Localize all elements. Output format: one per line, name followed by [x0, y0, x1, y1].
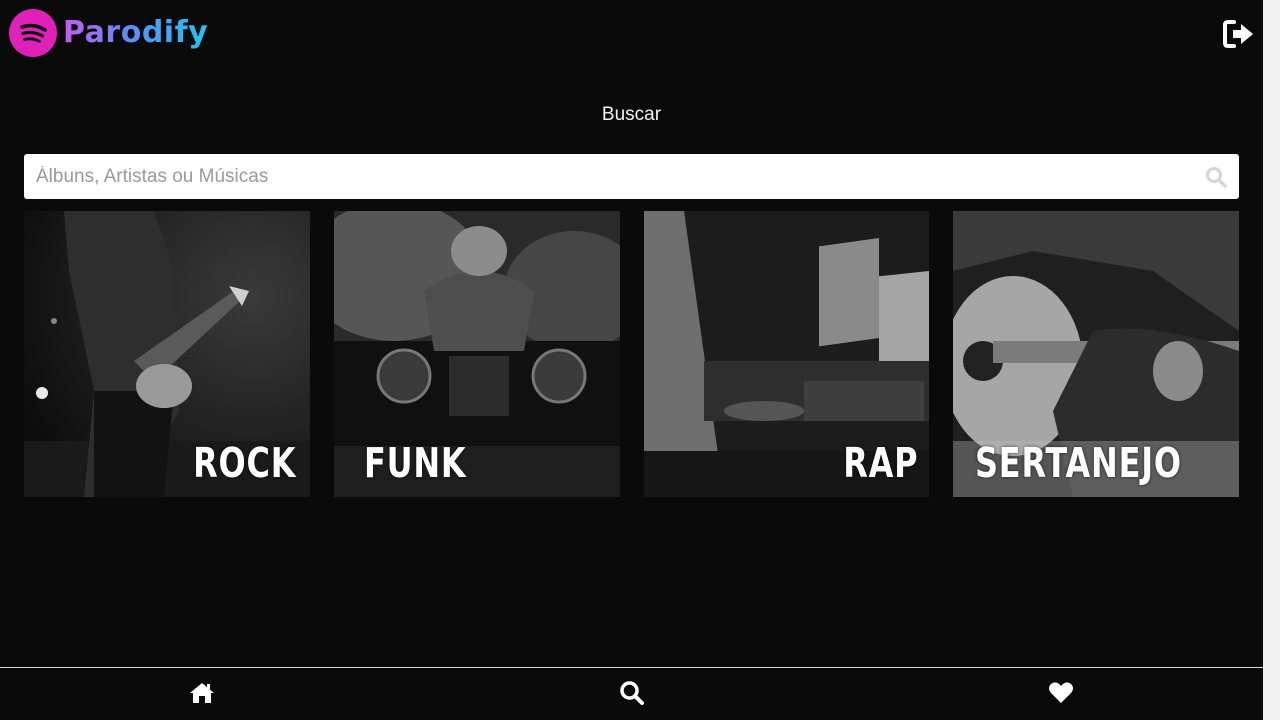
search-bar [24, 154, 1239, 199]
genre-card-rock[interactable]: ROCK [24, 211, 310, 497]
genre-label: FUNK [364, 439, 467, 487]
search-icon[interactable] [1205, 166, 1227, 188]
app-logo[interactable]: Parodify [9, 9, 208, 57]
search-icon [620, 681, 644, 705]
vertical-scrollbar[interactable] [1263, 0, 1280, 720]
nav-search-button[interactable] [619, 680, 645, 706]
nav-favorites-button[interactable] [1048, 680, 1074, 706]
genre-card-funk[interactable]: FUNK [334, 211, 620, 497]
app-name: Parodify [63, 9, 208, 57]
bottom-nav [0, 667, 1263, 720]
home-icon [190, 683, 214, 703]
genre-label: SERTANEJO [975, 439, 1182, 487]
genre-card-rap[interactable]: RAP [644, 211, 930, 497]
genre-label: RAP [842, 439, 918, 487]
heart-icon [1049, 682, 1073, 703]
logout-button[interactable] [1222, 19, 1256, 49]
search-input[interactable] [24, 154, 1184, 199]
sign-out-icon [1223, 20, 1253, 48]
genre-label: ROCK [192, 439, 296, 487]
app-viewport: Parodify Buscar Álbuns, Artistas ou Músi… [0, 0, 1263, 720]
search-heading: Buscar [601, 104, 662, 125]
genre-card-sertanejo[interactable]: SERTANEJO [953, 211, 1239, 497]
logo-icon [9, 9, 57, 57]
nav-home-button[interactable] [189, 680, 215, 706]
